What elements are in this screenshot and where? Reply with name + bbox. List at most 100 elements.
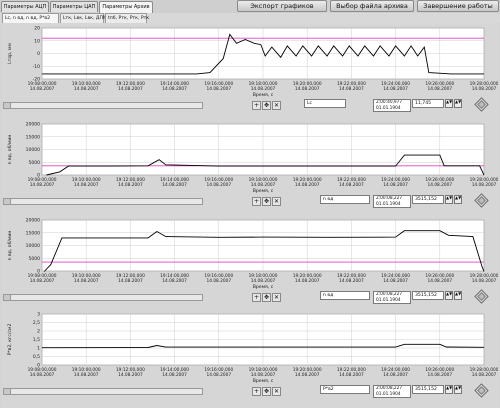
value-spinner-icon[interactable]: ▲▼ bbox=[454, 99, 462, 108]
x-tick-date: 14.08.2007 bbox=[118, 278, 143, 284]
pan-icon[interactable]: ✥ bbox=[262, 197, 271, 206]
scroll-thumb[interactable] bbox=[4, 103, 11, 108]
cursor-icon[interactable]: ✕ bbox=[272, 197, 281, 206]
x-tick-date: 14.08.2007 bbox=[206, 86, 231, 92]
chart-3-scrollbar[interactable] bbox=[3, 294, 203, 301]
value-spinner-icon[interactable]: ▲▼ bbox=[445, 385, 453, 394]
cursor-icon[interactable]: ✕ bbox=[272, 387, 281, 396]
select-archive-file-button[interactable]: Выбор файла архива bbox=[330, 0, 414, 12]
x-tick-date: 14.08.2007 bbox=[295, 86, 320, 92]
y-tick-label: 0 bbox=[37, 51, 40, 57]
y-axis-label: P*в2, кгс/см2 bbox=[7, 324, 13, 356]
x-tick-date: 14.08.2007 bbox=[339, 182, 364, 188]
y-tick-label: 2 bbox=[37, 329, 40, 335]
chart-panel-2: 20000 15000 10000 5000 0 19:08:00,000 14.08.20… bbox=[2, 119, 499, 215]
y-tick-label: -10 bbox=[33, 64, 40, 70]
readout-name-field[interactable]: Lc bbox=[304, 99, 346, 108]
y-tick-label: 5000 bbox=[29, 160, 41, 166]
readout-value-field[interactable]: 3515,152 bbox=[412, 291, 444, 300]
zoom-icon[interactable]: + bbox=[252, 101, 261, 110]
zoom-icon[interactable]: + bbox=[252, 387, 261, 396]
readout-name-field[interactable]: n вд bbox=[320, 291, 370, 300]
nvd-chart-2[interactable]: 2000015000100005000019:08:00,00014.08.20… bbox=[2, 215, 499, 291]
x-tick-date: 14.08.2007 bbox=[427, 372, 452, 378]
x-tick-date: 14.08.2007 bbox=[339, 278, 364, 284]
navigation-diamond-icon[interactable] bbox=[474, 383, 489, 398]
zoom-icon[interactable]: + bbox=[252, 293, 261, 302]
x-axis-label: Время, с bbox=[253, 378, 274, 384]
subtab-lc-nvd[interactable]: Lc, n вд, n вд, P*в2 bbox=[2, 13, 59, 23]
x-tick-date: 14.08.2007 bbox=[74, 86, 99, 92]
x-tick-date: 14.08.2007 bbox=[295, 372, 320, 378]
x-tick-date: 14.08.2007 bbox=[74, 372, 99, 378]
readout-name-field[interactable]: n вд bbox=[320, 195, 370, 204]
lc-chart[interactable]: 20100-10-2019:08:00,00014.08.200719:10:0… bbox=[2, 23, 499, 99]
y-tick-label: 20 bbox=[34, 26, 40, 32]
value-spinner-icon[interactable]: ▲▼ bbox=[454, 195, 462, 204]
x-tick-date: 14.08.2007 bbox=[118, 86, 143, 92]
tab-dac-params[interactable]: Параметры ЦАП bbox=[50, 1, 98, 12]
readout-time: 2:00:08,227 bbox=[376, 386, 403, 391]
x-axis-label: Время, с bbox=[253, 188, 274, 194]
finish-work-button[interactable]: Завершение работы bbox=[417, 0, 499, 12]
pan-icon[interactable]: ✥ bbox=[262, 101, 271, 110]
x-tick-date: 14.08.2007 bbox=[427, 86, 452, 92]
readout-time-field[interactable]: 2:00:40,977 01.01.1904 bbox=[373, 99, 411, 112]
x-tick-date: 14.08.2007 bbox=[339, 372, 364, 378]
readout-value-field[interactable]: 3515,152 bbox=[412, 385, 444, 394]
x-tick-date: 14.08.2007 bbox=[295, 278, 320, 284]
x-tick-date: 14.08.2007 bbox=[383, 372, 408, 378]
x-tick-date: 14.08.2007 bbox=[427, 182, 452, 188]
y-tick-label: 20000 bbox=[26, 218, 40, 224]
chart-1-scrollbar[interactable] bbox=[3, 102, 203, 109]
x-tick-date: 14.08.2007 bbox=[74, 278, 99, 284]
subtab-ltk[interactable]: Lтк, Lвк, Lвк, ДПМ bbox=[60, 13, 107, 23]
value-spinner-icon[interactable]: ▲▼ bbox=[454, 291, 462, 300]
readout-name-field[interactable]: P*в2 bbox=[320, 385, 370, 394]
pan-icon[interactable]: ✥ bbox=[262, 293, 271, 302]
pan-icon[interactable]: ✥ bbox=[262, 387, 271, 396]
value-spinner-icon[interactable]: ▲▼ bbox=[445, 195, 453, 204]
y-tick-label: 2,5 bbox=[33, 320, 40, 326]
value-spinner-icon[interactable]: ▲▼ bbox=[445, 99, 453, 108]
y-tick-label: 0,5 bbox=[33, 354, 40, 360]
scroll-thumb[interactable] bbox=[4, 389, 11, 394]
tab-adc-params[interactable]: Параметры АЦП bbox=[1, 1, 49, 12]
navigation-diamond-icon[interactable] bbox=[474, 97, 489, 112]
cursor-icon[interactable]: ✕ bbox=[272, 101, 281, 110]
export-charts-button[interactable]: Экспорт графиков bbox=[237, 0, 327, 12]
y-axis-label: Lтор, мм bbox=[7, 43, 13, 64]
tab-archive-params[interactable]: Параметры Архив bbox=[99, 1, 153, 13]
readout-time-field[interactable]: 2:00:08,227 01.01.1904 bbox=[373, 291, 411, 304]
readout-time-field[interactable]: 2:00:08,227 01.01.1904 bbox=[373, 195, 411, 208]
subtab-tpb[interactable]: tпб, Ртк, Ртк, Ртк bbox=[105, 13, 149, 23]
pv2-chart[interactable]: 32,521,510,5019:08:00,00014.08.200719:10… bbox=[2, 309, 499, 385]
x-tick-date: 14.08.2007 bbox=[251, 372, 276, 378]
chart-4-scrollbar[interactable] bbox=[3, 388, 203, 395]
subtab-bar: Lc, n вд, n вд, P*в2 Lтк, Lвк, Lвк, ДПМ … bbox=[0, 13, 500, 23]
readout-value-field[interactable]: 11,745 bbox=[412, 99, 444, 108]
navigation-diamond-icon[interactable] bbox=[474, 289, 489, 304]
readout-value-field[interactable]: 3515,152 bbox=[412, 195, 444, 204]
cursor-icon[interactable]: ✕ bbox=[272, 293, 281, 302]
x-tick-date: 14.08.2007 bbox=[162, 278, 187, 284]
x-tick-date: 14.08.2007 bbox=[162, 182, 187, 188]
nvd-chart-1[interactable]: 2000015000100005000019:08:00,00014.08.20… bbox=[2, 119, 499, 195]
x-tick-date: 14.08.2007 bbox=[472, 372, 497, 378]
readout-time-field[interactable]: 2:00:08,227 01.01.1904 bbox=[373, 385, 411, 398]
readout-date: 01.01.1904 bbox=[376, 201, 401, 207]
readout-date: 01.01.1904 bbox=[376, 297, 401, 303]
value-spinner-icon[interactable]: ▲▼ bbox=[445, 291, 453, 300]
x-tick-date: 14.08.2007 bbox=[472, 278, 497, 284]
x-tick-date: 14.08.2007 bbox=[251, 278, 276, 284]
y-tick-label: 10000 bbox=[26, 147, 40, 153]
scroll-thumb[interactable] bbox=[4, 199, 11, 204]
x-tick-date: 14.08.2007 bbox=[30, 278, 55, 284]
navigation-diamond-icon[interactable] bbox=[474, 193, 489, 208]
readout-time: 2:00:08,227 bbox=[376, 196, 403, 201]
chart-2-scrollbar[interactable] bbox=[3, 198, 203, 205]
x-tick-date: 14.08.2007 bbox=[206, 278, 231, 284]
scroll-thumb[interactable] bbox=[4, 295, 11, 300]
zoom-icon[interactable]: + bbox=[252, 197, 261, 206]
value-spinner-icon[interactable]: ▲▼ bbox=[454, 385, 462, 394]
